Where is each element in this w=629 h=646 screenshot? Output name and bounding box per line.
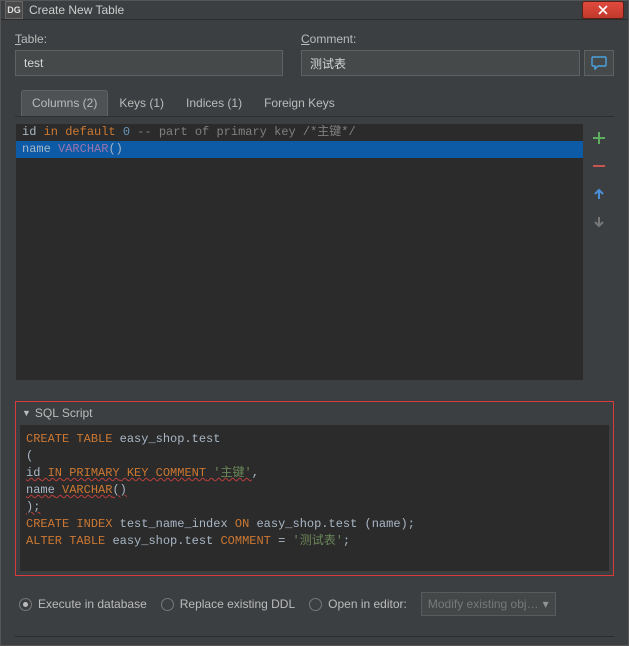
speech-bubble-icon [591, 56, 607, 70]
tab-keys[interactable]: Keys (1) [108, 90, 175, 116]
move-up-button[interactable] [590, 185, 608, 203]
sql-script-editor[interactable]: CREATE TABLE easy_shop.test ( id IN PRIM… [19, 424, 610, 572]
add-column-button[interactable] [590, 129, 608, 147]
app-icon: DG [5, 1, 23, 19]
table-label: Table: [15, 32, 283, 46]
radio-open-in-editor[interactable]: Open in editor: [309, 597, 407, 611]
titlebar: DG Create New Table [1, 1, 628, 20]
plus-icon [592, 131, 606, 145]
column-row-name[interactable]: name VARCHAR() [16, 141, 583, 158]
dialog-window: DG Create New Table Table: Comment: [0, 0, 629, 646]
arrow-up-icon [592, 187, 606, 201]
chevron-down-icon: ▾ [543, 597, 549, 611]
expand-comment-button[interactable] [584, 50, 614, 76]
arrow-down-icon [592, 215, 606, 229]
columns-area: id in default 0 -- part of primary key /… [15, 123, 614, 381]
footer-separator [15, 636, 614, 637]
column-side-toolbar [584, 123, 614, 381]
dialog-title: Create New Table [29, 3, 582, 17]
tab-foreign-keys[interactable]: Foreign Keys [253, 90, 346, 116]
tab-columns[interactable]: Columns (2) [21, 90, 108, 116]
radio-on-icon [19, 598, 32, 611]
remove-column-button[interactable] [590, 157, 608, 175]
columns-list[interactable]: id in default 0 -- part of primary key /… [15, 123, 584, 381]
dialog-body: Table: Comment: Columns (2) Keys (1) Ind… [1, 20, 628, 646]
table-name-input[interactable] [15, 50, 283, 76]
comment-label: Comment: [301, 32, 614, 46]
minus-icon [592, 159, 606, 173]
move-down-button[interactable] [590, 213, 608, 231]
radio-off-icon [161, 598, 174, 611]
sql-script-header[interactable]: ▼ SQL Script [16, 402, 613, 424]
open-in-editor-combo[interactable]: Modify existing obj… ▾ [421, 592, 556, 616]
close-icon [598, 5, 608, 15]
close-button[interactable] [582, 1, 624, 19]
collapse-toggle-icon: ▼ [22, 408, 31, 418]
column-row-id[interactable]: id in default 0 -- part of primary key /… [16, 124, 583, 141]
execute-options-row: Execute in database Replace existing DDL… [15, 592, 614, 616]
radio-execute-in-database[interactable]: Execute in database [19, 597, 147, 611]
sql-script-section: ▼ SQL Script CREATE TABLE easy_shop.test… [15, 401, 614, 576]
table-field-group: Table: [15, 32, 283, 76]
comment-field-group: Comment: [301, 32, 614, 76]
radio-replace-existing-ddl[interactable]: Replace existing DDL [161, 597, 295, 611]
radio-off-icon [309, 598, 322, 611]
tabs-row: Columns (2) Keys (1) Indices (1) Foreign… [15, 90, 614, 117]
tab-indices[interactable]: Indices (1) [175, 90, 253, 116]
comment-input[interactable] [301, 50, 580, 76]
top-fields-row: Table: Comment: [15, 32, 614, 76]
sql-script-label: SQL Script [35, 406, 93, 420]
